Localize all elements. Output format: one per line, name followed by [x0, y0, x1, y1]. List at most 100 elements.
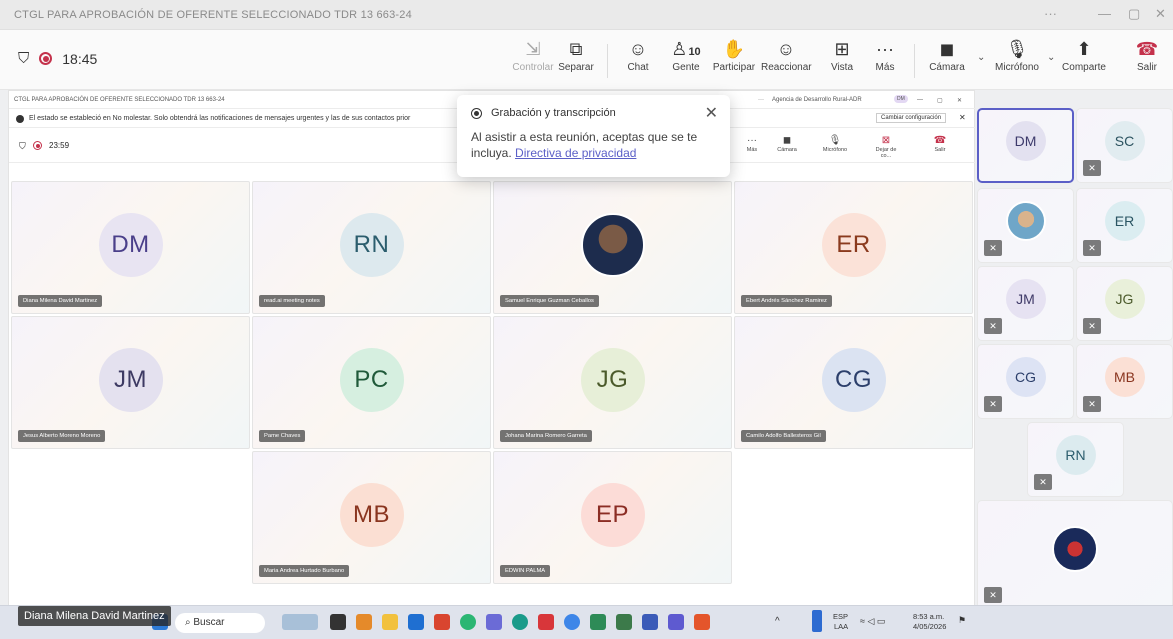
powerpoint-icon[interactable] — [434, 614, 450, 630]
shared-shield-icon: ⛉ — [19, 141, 26, 151]
dialog-title: Grabación y transcripción — [491, 107, 616, 119]
participant-name: Jesus Alberto Moreno Moreno — [18, 430, 106, 442]
microphone-button[interactable]: 🎙 Micrófono — [992, 38, 1042, 73]
participant-name: Pame Chaves — [259, 430, 306, 442]
chat-icon: ☺ — [628, 39, 648, 59]
participant-tile[interactable]: JG Johana Marina Romero Garreta — [493, 316, 732, 449]
sidebar-participant-tile[interactable]: CG ✕ — [977, 344, 1074, 419]
mic-muted-icon: ✕ — [984, 587, 1002, 603]
app-icon[interactable] — [694, 614, 710, 630]
hangup-icon: ☎ — [1135, 39, 1159, 59]
participant-tile[interactable]: ER Ebert Andrés Sánchez Ramirez — [734, 181, 973, 314]
more-button[interactable]: ··· Más — [860, 38, 910, 73]
react-button[interactable]: ☺ Reaccionar — [761, 38, 812, 73]
sidebar-participant-tile[interactable]: ✕ — [977, 500, 1173, 610]
participant-name: Diana Milena David Martinez — [18, 295, 103, 307]
excel-icon[interactable] — [590, 614, 606, 630]
clock-time[interactable]: 8:53 a.m. — [913, 612, 944, 621]
divider — [914, 44, 915, 78]
camera-button[interactable]: ◼ Cámara — [922, 38, 972, 73]
close-icon[interactable]: ✕ — [705, 103, 718, 123]
participant-tile[interactable]: PC Pame Chaves — [252, 316, 491, 449]
participant-tile[interactable]: RN read.ai meeting notes — [252, 181, 491, 314]
shared-camera-button: ◼ Cámara — [771, 135, 803, 153]
whatsapp-icon[interactable] — [460, 614, 476, 630]
maximize-icon[interactable]: ▢ — [1128, 6, 1140, 22]
mic-muted-icon: ✕ — [1034, 474, 1052, 490]
raise-hand-button[interactable]: ✋ Participar — [709, 38, 759, 73]
popout-button[interactable]: ⧉ Separar — [551, 38, 601, 73]
chevron-up-icon[interactable]: ^ — [775, 617, 780, 627]
close-icon[interactable]: ✕ — [1155, 6, 1166, 22]
teams-icon[interactable] — [668, 614, 684, 630]
word-icon[interactable] — [408, 614, 424, 630]
participant-tile[interactable]: JM Jesus Alberto Moreno Moreno — [11, 316, 250, 449]
people-icon: ♙10 — [671, 39, 701, 59]
sidebar-participant-tile[interactable]: MB ✕ — [1076, 344, 1173, 419]
app-icon[interactable] — [616, 614, 632, 630]
participant-avatar: JM — [1005, 279, 1046, 320]
mic-muted-icon: ✕ — [1083, 396, 1101, 412]
participant-tile[interactable]: Samuel Enrique Guzman Ceballos — [493, 181, 732, 314]
participant-name: Camilo Adolfo Ballesteros Gil — [741, 430, 826, 442]
clock-date: 4/05/2026 — [913, 622, 947, 631]
mic-options-chevron-icon[interactable]: ⌄ — [1047, 52, 1055, 63]
participant-avatar: DM — [1005, 121, 1046, 162]
sidebar-participant-tile[interactable]: SC ✕ — [1076, 108, 1173, 183]
participant-avatar: SC — [1104, 121, 1145, 162]
leave-button[interactable]: ☎ Salir — [1122, 38, 1172, 73]
minimize-icon[interactable]: — — [1098, 6, 1111, 21]
participant-avatar: ER — [1104, 201, 1145, 242]
language-code[interactable]: ESP — [833, 612, 848, 621]
sidebar-participant-tile[interactable]: JM ✕ — [977, 266, 1074, 341]
mail-icon[interactable] — [538, 614, 554, 630]
notification-icon[interactable]: ⚑ — [958, 616, 966, 625]
privacy-link[interactable]: Directiva de privacidad — [515, 146, 636, 160]
file-explorer-icon[interactable] — [382, 614, 398, 630]
chrome-icon[interactable] — [564, 614, 580, 630]
shared-minimize-icon: — — [917, 97, 923, 103]
shared-window-title: CTGL PARA APROBACIÓN DE OFERENTE SELECCI… — [14, 97, 225, 103]
sidebar-participant-tile[interactable]: ✕ — [977, 188, 1074, 263]
participant-avatar: DM — [98, 212, 163, 277]
mic-active-icon — [812, 610, 822, 632]
smiley-icon: ☺ — [776, 39, 796, 59]
sidebar-participant-tile[interactable]: RN ✕ — [1027, 422, 1124, 497]
participant-tile[interactable]: DM Diana Milena David Martinez — [11, 181, 250, 314]
participant-photo — [580, 212, 645, 277]
sidebar-participant-tile[interactable]: ER ✕ — [1076, 188, 1173, 263]
edge-icon[interactable] — [512, 614, 528, 630]
chat-button[interactable]: ☺ Chat — [613, 38, 663, 73]
participant-avatar: JG — [1104, 279, 1145, 320]
title-bar: CTGL PARA APROBACIÓN DE OFERENTE SELECCI… — [0, 0, 1173, 30]
camera-options-chevron-icon[interactable]: ⌄ — [977, 52, 985, 63]
popout-icon: ⧉ — [569, 39, 583, 59]
participant-avatar: PC — [339, 347, 404, 412]
mic-off-icon: 🎙 — [828, 135, 842, 146]
task-view-icon[interactable] — [330, 614, 346, 630]
more-icon: ··· — [747, 135, 757, 146]
language-region: LAA — [834, 622, 849, 631]
sidebar-participant-tile[interactable]: DM — [977, 108, 1074, 183]
app-icon[interactable] — [356, 614, 372, 630]
hangup-icon: ☎ — [933, 135, 947, 146]
more-icon[interactable]: ··· — [1044, 6, 1057, 21]
taskbar-search[interactable]: ⌕ Buscar — [175, 613, 265, 633]
record-icon — [471, 107, 482, 119]
participant-tile[interactable]: CG Camilo Adolfo Ballesteros Gil — [734, 316, 973, 449]
shared-maximize-icon: ▢ — [937, 98, 943, 104]
participant-sidebar: DM SC ✕ ✕ ER ✕ JM ✕ JG ✕ CG ✕ MB ✕ RN ✕ ✕ — [975, 108, 1173, 613]
shared-mic-button: 🎙 Micrófono — [819, 135, 851, 153]
wifi-volume-battery-icon[interactable]: ≈ ◁ ▭ — [860, 617, 885, 626]
participant-tile[interactable]: MB Maria Andrea Hurtado Burbano — [252, 451, 491, 584]
mic-muted-icon: ✕ — [1083, 318, 1101, 334]
share-icon: ⬆ — [1076, 39, 1092, 59]
participant-tile[interactable]: EP EDWIN PALMA — [493, 451, 732, 584]
sidebar-participant-tile[interactable]: JG ✕ — [1076, 266, 1173, 341]
people-button[interactable]: ♙10 Gente — [661, 38, 711, 73]
widgets-icon[interactable] — [282, 614, 318, 630]
app-icon[interactable] — [642, 614, 658, 630]
shared-time: 23:59 — [49, 141, 70, 150]
share-button[interactable]: ⬆ Comparte — [1059, 38, 1109, 73]
teams-icon[interactable] — [486, 614, 502, 630]
